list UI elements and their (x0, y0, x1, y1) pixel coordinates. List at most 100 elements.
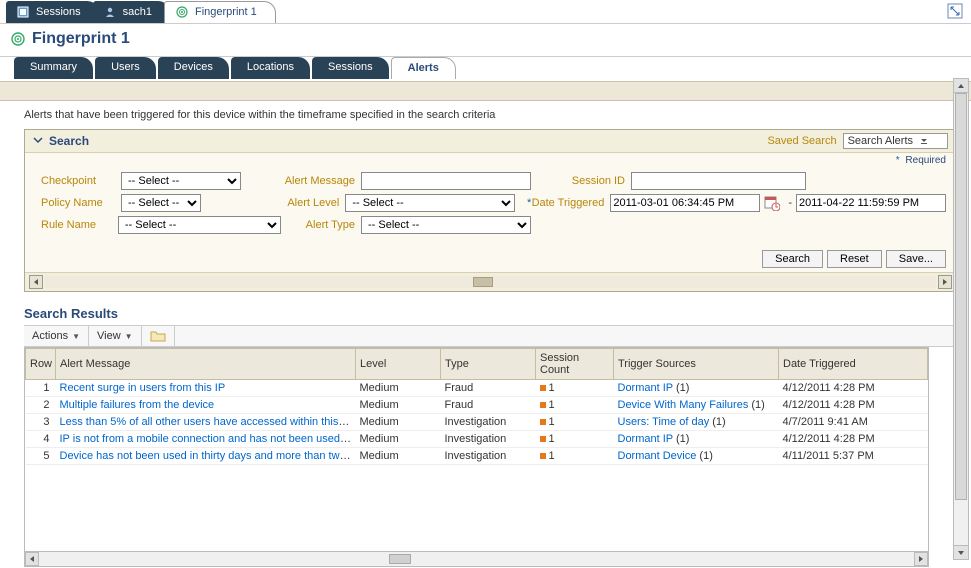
tab-sessions[interactable]: Sessions (312, 57, 389, 79)
search-results: Search Results Actions▼ View▼ Row Alert … (24, 306, 957, 567)
cell-session-count: 1 (536, 414, 614, 431)
scroll-track[interactable] (39, 553, 914, 565)
alert-message-link[interactable]: IP is not from a mobile connection and h… (60, 433, 356, 445)
tab-devices[interactable]: Devices (158, 57, 229, 79)
alert-message-link[interactable]: Less than 5% of all other users have acc… (60, 416, 356, 428)
tab-alerts[interactable]: Alerts (391, 57, 456, 79)
tab-description: Alerts that have been triggered for this… (0, 101, 971, 125)
table-empty-area (25, 465, 928, 551)
cell-trigger-sources: Users: Time of day (1) (614, 414, 779, 431)
breadcrumb-user-label: sach1 (123, 6, 152, 18)
table-row[interactable]: 2Multiple failures from the deviceMedium… (26, 397, 928, 414)
alert-message-link[interactable]: Recent surge in users from this IP (60, 382, 226, 394)
actions-menu[interactable]: Actions▼ (24, 326, 89, 346)
cell-row: 5 (26, 448, 56, 465)
alert-level-select[interactable]: -- Select -- (345, 194, 515, 212)
scroll-right-button[interactable] (938, 275, 952, 289)
table-row[interactable]: 1Recent surge in users from this IPMediu… (26, 380, 928, 397)
col-row[interactable]: Row (26, 349, 56, 380)
label-checkpoint: Checkpoint (41, 175, 121, 187)
indicator-icon (540, 419, 546, 425)
indicator-icon (540, 385, 546, 391)
trigger-source-link[interactable]: Dormant Device (618, 450, 697, 462)
cell-trigger-sources: Dormant IP (1) (614, 380, 779, 397)
col-type[interactable]: Type (441, 349, 536, 380)
alert-message-input[interactable] (361, 172, 531, 190)
session-id-input[interactable] (631, 172, 806, 190)
col-alert-message[interactable]: Alert Message (56, 349, 356, 380)
scroll-down-button[interactable] (954, 545, 968, 559)
col-date-triggered[interactable]: Date Triggered (779, 349, 928, 380)
cell-type: Investigation (441, 431, 536, 448)
fingerprint-icon (10, 31, 26, 47)
policy-name-select[interactable]: -- Select -- (121, 194, 201, 212)
calendar-icon[interactable] (764, 195, 780, 211)
cell-type: Fraud (441, 380, 536, 397)
search-button[interactable]: Search (762, 250, 823, 268)
alert-message-link[interactable]: Multiple failures from the device (60, 399, 215, 411)
breadcrumb-sessions[interactable]: Sessions (6, 1, 99, 23)
folder-icon (150, 330, 166, 342)
saved-search-select[interactable]: Search Alerts (843, 133, 948, 149)
saved-search-value: Search Alerts (848, 135, 913, 147)
cell-session-count: 1 (536, 397, 614, 414)
scroll-track[interactable] (954, 93, 968, 545)
indicator-icon (540, 436, 546, 442)
trigger-source-link[interactable]: Users: Time of day (618, 416, 710, 428)
trigger-source-link[interactable]: Dormant IP (618, 382, 673, 394)
scroll-right-button[interactable] (914, 552, 928, 566)
scroll-left-button[interactable] (29, 275, 43, 289)
collapse-icon (33, 135, 45, 147)
label-alert-type: Alert Type (281, 219, 361, 231)
cell-alert-message: Less than 5% of all other users have acc… (56, 414, 356, 431)
alert-message-link[interactable]: Device has not been used in thirty days … (60, 450, 356, 462)
dropdown-icon (919, 136, 929, 146)
view-menu[interactable]: View▼ (89, 326, 142, 346)
tab-users[interactable]: Users (95, 57, 156, 79)
table-row[interactable]: 3Less than 5% of all other users have ac… (26, 414, 928, 431)
cell-type: Investigation (441, 414, 536, 431)
scroll-thumb[interactable] (389, 554, 411, 564)
cell-date-triggered: 4/7/2011 9:41 AM (779, 414, 928, 431)
col-trigger-sources[interactable]: Trigger Sources (614, 349, 779, 380)
table-row[interactable]: 4 IP is not from a mobile connection and … (26, 431, 928, 448)
detach-button[interactable] (142, 326, 175, 346)
col-level[interactable]: Level (356, 349, 441, 380)
trigger-source-link[interactable]: Dormant IP (618, 433, 673, 445)
sessions-icon (16, 5, 30, 19)
reset-button[interactable]: Reset (827, 250, 882, 268)
scroll-left-button[interactable] (25, 552, 39, 566)
tab-strip (0, 81, 971, 101)
scroll-thumb[interactable] (473, 277, 493, 287)
cell-row: 4 (26, 431, 56, 448)
cell-date-triggered: 4/12/2011 4:28 PM (779, 397, 928, 414)
search-form: Checkpoint -- Select -- Alert Message Se… (25, 168, 956, 246)
scroll-track[interactable] (45, 276, 936, 288)
expand-icon[interactable] (947, 3, 963, 19)
date-from-input[interactable] (610, 194, 760, 212)
checkpoint-select[interactable]: -- Select -- (121, 172, 241, 190)
date-to-input[interactable] (796, 194, 946, 212)
trigger-source-link[interactable]: Device With Many Failures (618, 399, 749, 411)
breadcrumb-user[interactable]: sach1 (93, 1, 170, 23)
results-table-wrap: Row Alert Message Level Type Session Cou… (24, 347, 929, 567)
breadcrumb-sessions-label: Sessions (36, 6, 81, 18)
col-session-count[interactable]: Session Count (536, 349, 614, 380)
cell-date-triggered: 4/11/2011 5:37 PM (779, 448, 928, 465)
cell-trigger-sources: Dormant IP (1) (614, 431, 779, 448)
save-button[interactable]: Save... (886, 250, 946, 268)
tab-summary[interactable]: Summary (14, 57, 93, 79)
breadcrumb-fingerprint[interactable]: Fingerprint 1 (164, 1, 276, 23)
alert-type-select[interactable]: -- Select -- (361, 216, 531, 234)
rule-name-select[interactable]: -- Select -- (118, 216, 281, 234)
cell-trigger-sources: Dormant Device (1) (614, 448, 779, 465)
scroll-up-button[interactable] (954, 79, 968, 93)
cell-row: 1 (26, 380, 56, 397)
cell-session-count: 1 (536, 431, 614, 448)
cell-trigger-sources: Device With Many Failures (1) (614, 397, 779, 414)
tab-locations[interactable]: Locations (231, 57, 310, 79)
cell-row: 2 (26, 397, 56, 414)
scroll-thumb[interactable] (955, 93, 967, 500)
search-toggle[interactable]: Search (33, 134, 89, 148)
table-row[interactable]: 5 Device has not been used in thirty days… (26, 448, 928, 465)
